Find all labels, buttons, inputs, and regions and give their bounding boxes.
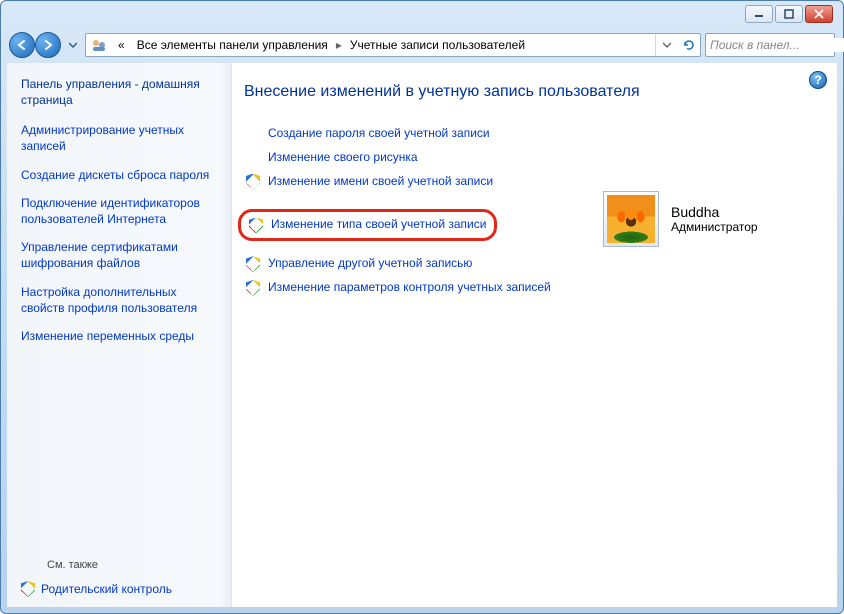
- sidebar-link-profile-props[interactable]: Настройка дополнительных свойств профиля…: [21, 284, 219, 316]
- user-picture: [607, 195, 655, 243]
- nav-arrows: [9, 32, 61, 58]
- user-role: Администратор: [671, 220, 758, 234]
- sidebar-link-encryption-certs[interactable]: Управление сертификатами шифрования файл…: [21, 239, 219, 271]
- sidebar-link-online-ids[interactable]: Подключение идентификаторов пользователе…: [21, 195, 219, 227]
- sidebar-home-link[interactable]: Панель управления - домашняя страница: [21, 77, 219, 108]
- shield-icon: [21, 581, 35, 597]
- search-input[interactable]: [710, 38, 844, 52]
- user-picture-frame: [603, 191, 659, 247]
- address-bar[interactable]: « Все элементы панели управления ▸ Учетн…: [85, 33, 701, 57]
- breadcrumb-seg-1[interactable]: Все элементы панели управления: [131, 34, 334, 56]
- action-manage-other-account[interactable]: Управление другой учетной записью: [244, 255, 573, 272]
- breadcrumb-seg-2[interactable]: Учетные записи пользователей: [344, 34, 531, 56]
- sidebar-link-admin-accounts[interactable]: Администрирование учетных записей: [21, 122, 219, 154]
- client-area: Панель управления - домашняя страница Ад…: [7, 63, 837, 607]
- back-button[interactable]: [9, 32, 35, 58]
- nav-bar: « Все элементы панели управления ▸ Учетн…: [7, 29, 837, 61]
- see-also-label: Родительский контроль: [41, 582, 172, 596]
- sidebar-link-password-reset-disk[interactable]: Создание дискеты сброса пароля: [21, 167, 219, 183]
- titlebar-controls: [745, 5, 833, 23]
- refresh-button[interactable]: [678, 34, 700, 56]
- address-dropdown[interactable]: [656, 34, 678, 56]
- breadcrumb-chevron-icon[interactable]: ▸: [334, 34, 344, 56]
- user-name: Buddha: [671, 204, 758, 220]
- location-icon: [89, 35, 109, 55]
- highlight-annotation: Изменение типа своей учетной записи: [238, 209, 497, 241]
- action-create-password[interactable]: Создание пароля своей учетной записи: [244, 125, 573, 142]
- sidebar: Панель управления - домашняя страница Ад…: [7, 63, 232, 607]
- see-also-header: См. также: [47, 559, 219, 571]
- action-change-picture[interactable]: Изменение своего рисунка: [244, 149, 573, 166]
- sidebar-link-env-vars[interactable]: Изменение переменных среды: [21, 328, 219, 344]
- help-button[interactable]: ?: [809, 71, 827, 89]
- action-uac-settings[interactable]: Изменение параметров контроля учетных за…: [244, 279, 573, 296]
- see-also-parental-control[interactable]: Родительский контроль: [21, 581, 219, 597]
- window-frame: « Все элементы панели управления ▸ Учетн…: [0, 0, 844, 614]
- action-change-account-type[interactable]: Изменение типа своей учетной записи: [247, 216, 486, 233]
- user-card: Buddha Администратор: [603, 125, 813, 314]
- close-button[interactable]: [805, 5, 833, 23]
- page-title: Внесение изменений в учетную запись поль…: [244, 83, 813, 101]
- history-dropdown[interactable]: [65, 33, 81, 57]
- action-list: Создание пароля своей учетной записи Изм…: [244, 125, 573, 314]
- search-box[interactable]: [705, 33, 835, 57]
- minimize-button[interactable]: [745, 5, 773, 23]
- breadcrumb-overflow[interactable]: «: [112, 34, 131, 56]
- maximize-button[interactable]: [775, 5, 803, 23]
- forward-button[interactable]: [35, 32, 61, 58]
- action-change-name[interactable]: Изменение имени своей учетной записи: [244, 173, 573, 190]
- content-area: ? Внесение изменений в учетную запись по…: [232, 63, 837, 607]
